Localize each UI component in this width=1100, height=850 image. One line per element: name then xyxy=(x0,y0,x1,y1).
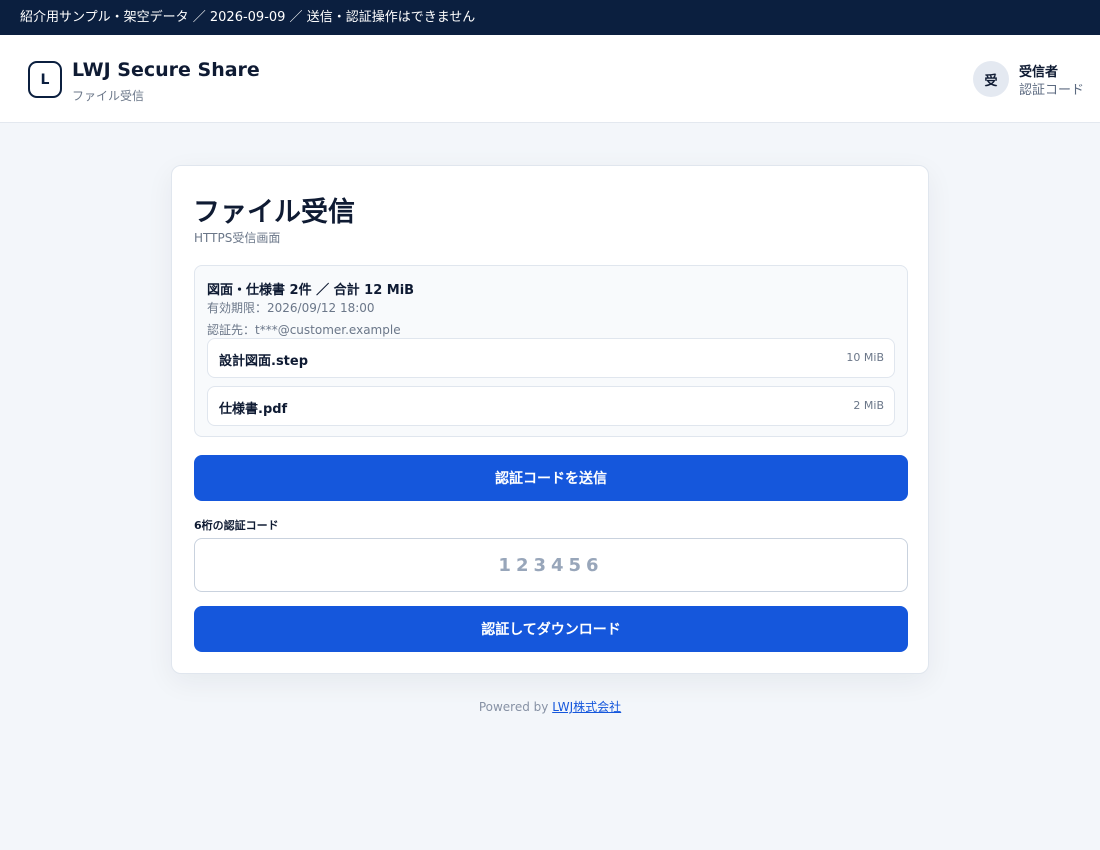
app-header: L LWJ Secure Share ファイル受信 受 受信者 認証コード xyxy=(0,35,1100,123)
file-size: 2 MiB xyxy=(853,399,884,412)
footer-company-link[interactable]: LWJ株式会社 xyxy=(552,700,621,714)
file-name: 仕様書.pdf xyxy=(219,402,288,417)
user-role: 認証コード xyxy=(1019,83,1085,98)
file-name: 設計図面.step xyxy=(219,354,309,369)
file-item: 仕様書.pdf 2 MiB xyxy=(207,386,895,426)
file-size: 10 MiB xyxy=(846,351,884,364)
page-title: ファイル受信 xyxy=(193,197,355,228)
transfer-summary-title: 図面・仕様書 2件 ／ 合計 12 MiB xyxy=(207,283,415,298)
notice-banner-text: 紹介用サンプル・架空データ ／ 2026-09-09 ／ 送信・認証操作はできま… xyxy=(20,10,476,25)
send-code-button[interactable]: 認証コードを送信 xyxy=(194,455,908,501)
file-item: 設計図面.step 10 MiB xyxy=(207,338,895,378)
notice-banner: 紹介用サンプル・架空データ ／ 2026-09-09 ／ 送信・認証操作はできま… xyxy=(0,0,1100,35)
brand-title: LWJ Secure Share xyxy=(72,59,260,81)
code-field-label: 6桁の認証コード xyxy=(194,519,279,532)
brand-logo: L xyxy=(28,61,62,98)
user-avatar[interactable]: 受 xyxy=(973,61,1009,97)
auth-target-text: 認証先：t***@customer.example xyxy=(207,323,401,337)
transfer-summary: 図面・仕様書 2件 ／ 合計 12 MiB 有効期限：2026/09/12 18… xyxy=(194,265,908,437)
page-footer: Powered by LWJ株式会社 xyxy=(0,698,1100,715)
receive-card: ファイル受信 HTTPS受信画面 図面・仕様書 2件 ／ 合計 12 MiB 有… xyxy=(171,165,929,674)
footer-prefix: Powered by xyxy=(478,700,553,714)
user-name: 受信者 xyxy=(1019,65,1059,80)
expiry-text: 有効期限：2026/09/12 18:00 xyxy=(207,301,375,315)
page-subtitle: HTTPS受信画面 xyxy=(194,231,281,245)
brand-subtitle: ファイル受信 xyxy=(72,89,145,103)
verify-download-button[interactable]: 認証してダウンロード xyxy=(194,606,908,652)
brand-logo-letter: L xyxy=(40,71,50,88)
user-avatar-char: 受 xyxy=(984,73,998,89)
auth-code-input[interactable] xyxy=(194,538,908,592)
